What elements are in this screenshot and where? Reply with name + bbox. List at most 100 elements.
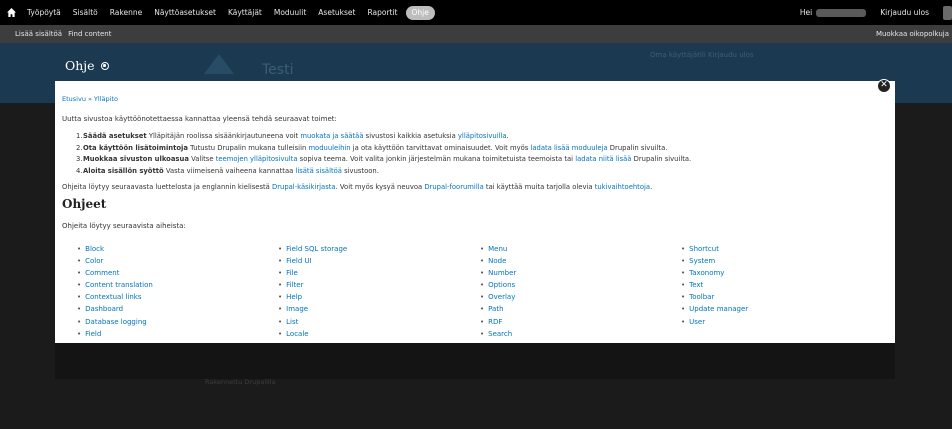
help-topic-link[interactable]: • Content translation [77, 279, 153, 291]
circle-dot-icon[interactable] [100, 61, 109, 70]
toolbar-drawer-toggle[interactable] [943, 5, 952, 20]
help-topic-link[interactable]: • Help [278, 291, 347, 303]
help-topic-link[interactable]: • System [681, 255, 748, 267]
step-link[interactable]: moduuleihin [308, 144, 350, 152]
step-link[interactable]: ladata niitä lisää [575, 155, 631, 163]
toolbar-item-configuration[interactable]: Asetukset [312, 0, 361, 25]
help-topic-link[interactable]: • Dashboard [77, 303, 153, 315]
bullet-icon: • [77, 293, 82, 302]
step-item: 2.Ota käyttöön lisätoimintoja Tutustu Dr… [76, 143, 668, 152]
dialog-title: Ohje [65, 58, 95, 73]
site-user-links: Oma käyttäjätili Kirjaudu ulos [650, 51, 754, 59]
help-topic-link[interactable]: • Path [480, 303, 516, 315]
step-link[interactable]: teemojen ylläpitosivulta [216, 155, 298, 163]
step-link[interactable]: lisätä sisältöä [295, 167, 342, 175]
help-topic-link[interactable]: • List [278, 316, 347, 328]
toolbar-item-dashboard[interactable]: Työpöytä [21, 0, 67, 25]
logout-link[interactable]: Kirjaudu ulos [880, 8, 943, 17]
powered-by: Rakennettu Drupalilla [205, 378, 276, 386]
step-item: 4.Aloita sisällön syöttö Vasta viimeisen… [76, 166, 379, 175]
bullet-icon: • [278, 245, 283, 253]
help-topic-link[interactable]: • Block [77, 243, 153, 255]
intro-text: Uutta sivustoa käyttöönotettaessa kannat… [62, 115, 337, 123]
bullet-icon: • [278, 317, 283, 326]
help-topic-link[interactable]: • User [681, 316, 748, 328]
step-item: 1.Säädä asetukset Ylläpitäjän roolissa s… [76, 132, 509, 140]
shortcut-bar: Lisää sisältöä Find content Muokkaa oiko… [0, 25, 952, 43]
help-topic-link[interactable]: • Field UI [278, 255, 347, 267]
bullet-icon: • [480, 257, 485, 266]
blurred-username [816, 8, 867, 17]
help-topic-link[interactable]: • Field SQL storage [278, 243, 347, 255]
help-topic-link[interactable]: • Options [480, 279, 516, 291]
support-options-link[interactable]: tukivaihtoehtoja [595, 183, 650, 191]
step-link[interactable]: ylläpitosivuilla [458, 132, 507, 140]
help-topic-link[interactable]: • RDF [480, 316, 516, 328]
toolbar-item-structure[interactable]: Rakenne [104, 0, 148, 25]
help-topic-link[interactable]: • Overlay [480, 291, 516, 303]
greeting-text: Hei [799, 8, 813, 17]
help-topic-link[interactable]: • Locale [278, 328, 347, 340]
toolbar-item-people[interactable]: Käyttäjät [222, 0, 268, 25]
help-topic-link[interactable]: • Update manager [681, 303, 748, 315]
dialog-title-bar: Ohje [65, 58, 109, 73]
topics-column-3: • Menu • Node • Number • Options • Overlay • Path • R… [480, 243, 516, 340]
toolbar-item-help[interactable]: Ohje [405, 5, 435, 20]
topics-column-4: • Shortcut • System • Taxonomy • Text • Toolbar • U… [681, 243, 748, 328]
bullet-icon: • [278, 281, 283, 290]
bullet-icon: • [77, 281, 82, 290]
bullet-icon: • [278, 329, 283, 338]
drupal-handbook-link[interactable]: Drupal-käsikirjasta [272, 183, 336, 191]
bullet-icon: • [681, 305, 686, 314]
toolbar-item-modules[interactable]: Moduulit [268, 0, 312, 25]
help-topic-link[interactable]: • Image [278, 303, 347, 315]
bullet-icon: • [278, 269, 283, 278]
admin-toolbar: Työpöytä Sisältö Rakenne Näyttöasetukset… [0, 0, 952, 25]
help-topic-link[interactable]: • Filter [278, 279, 347, 291]
toolbar-user-area: Hei Kirjaudu ulos [800, 0, 952, 25]
topics-column-1: • Block • Color • Comment • Content translation… [77, 243, 153, 340]
breadcrumb: Etusivu» Ylläpito [62, 95, 118, 103]
site-name: Testi [262, 62, 294, 78]
close-icon[interactable]: ✕ [877, 79, 891, 93]
help-topic-link[interactable]: • Taxonomy [681, 267, 748, 279]
bullet-icon: • [278, 305, 283, 314]
breadcrumb-admin[interactable]: Ylläpito [94, 95, 118, 103]
help-topics-heading: Ohjeet [62, 197, 107, 211]
breadcrumb-home[interactable]: Etusivu [62, 95, 86, 103]
toolbar-item-reports[interactable]: Raportit [361, 0, 403, 25]
drupal-forum-link[interactable]: Drupal-foorumilla [424, 183, 483, 191]
toolbar-item-appearance[interactable]: Näyttöasetukset [148, 0, 222, 25]
help-topic-link[interactable]: • Node [480, 255, 516, 267]
bullet-icon: • [77, 317, 82, 326]
topics-intro-text: Ohjeita löytyy seuraavista aiheista: [62, 222, 186, 230]
help-topic-link[interactable]: • File [278, 267, 347, 279]
shortcut-add-content[interactable]: Lisää sisältöä [0, 30, 62, 38]
help-topic-link[interactable]: • Text [681, 279, 748, 291]
shortcut-find-content[interactable]: Find content [62, 30, 111, 38]
toolbar-item-content[interactable]: Sisältö [67, 0, 104, 25]
help-topic-link[interactable]: • Toolbar [681, 291, 748, 303]
edit-shortcuts-link[interactable]: Muokkaa oikopolkuja [876, 25, 949, 43]
help-topic-link[interactable]: • Field [77, 328, 153, 340]
help-topic-link[interactable]: • Shortcut [681, 243, 748, 255]
help-topic-link[interactable]: • Database logging [77, 316, 153, 328]
step-link[interactable]: muokata ja säätää [300, 132, 363, 140]
step-link[interactable]: ladata lisää moduuleja [530, 144, 607, 152]
bullet-icon: • [480, 293, 485, 302]
help-topic-link[interactable]: • Menu [480, 243, 516, 255]
bullet-icon: • [480, 317, 485, 326]
help-topic-link[interactable]: • Contextual links [77, 291, 153, 303]
bullet-icon: • [480, 281, 485, 290]
bullet-icon: • [681, 281, 686, 290]
help-topic-link[interactable]: • Color [77, 255, 153, 267]
home-icon[interactable] [4, 0, 18, 25]
help-topic-link[interactable]: • Number [480, 267, 516, 279]
bullet-icon: • [681, 245, 686, 253]
help-topic-link[interactable]: • Comment [77, 267, 153, 279]
help-topic-link[interactable]: • Search [480, 328, 516, 340]
bullet-icon: • [77, 305, 82, 314]
topics-column-2: • Field SQL storage • Field UI • File • Filter •… [278, 243, 347, 340]
steps-list: 1.Säädä asetukset Ylläpitäjän roolissa s… [76, 131, 691, 177]
bullet-icon: • [480, 245, 485, 253]
